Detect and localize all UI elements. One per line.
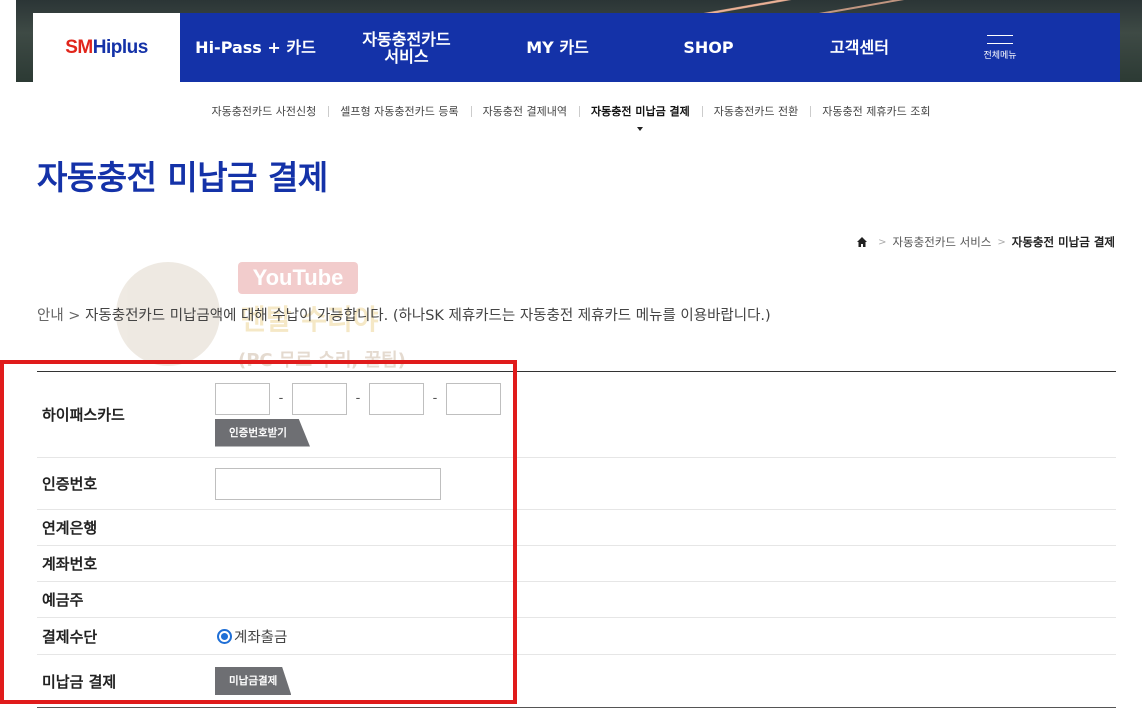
radio-selected-icon[interactable]	[217, 628, 232, 644]
payment-method-radio[interactable]: 계좌출금	[217, 626, 1116, 647]
chevron-right-icon: >	[878, 236, 887, 248]
logo[interactable]: SM Hiplus	[33, 13, 180, 82]
hamburger-icon	[987, 34, 1013, 44]
auth-code-input[interactable]	[215, 467, 441, 500]
menu-my-card[interactable]: MY 카드	[482, 13, 633, 82]
menu-shop[interactable]: SHOP	[633, 13, 784, 82]
menu-customer-center[interactable]: 고객센터	[784, 13, 935, 82]
card-number-input-2[interactable]	[292, 382, 347, 415]
payment-form: 하이패스카드 - - - 인증번호받기 인증번호 연계은행 계좌번호 예금주 결	[37, 371, 1116, 708]
card-number-input-1[interactable]	[215, 382, 270, 415]
holder-label: 예금주	[42, 591, 84, 609]
form-row-holder: 예금주	[37, 582, 1116, 618]
chevron-right-icon: >	[997, 236, 1006, 248]
breadcrumb-current: 자동충전 미납금 결제	[1011, 235, 1115, 249]
subnav-item-unpaid-payment[interactable]: 자동충전 미납금 결제	[579, 103, 702, 131]
notice-text: 안내 > 자동충전카드 미납금액에 대해 수납이 가능합니다. (하나SK 제휴…	[37, 308, 771, 324]
payment-method-label: 결제수단	[42, 627, 98, 646]
card-number-input-3[interactable]	[369, 382, 424, 415]
bank-label: 연계은행	[42, 519, 98, 537]
request-auth-code-button[interactable]: 인증번호받기	[215, 418, 310, 447]
form-row-payment-method: 결제수단 계좌출금	[37, 618, 1116, 655]
card-number-input-4[interactable]	[446, 382, 501, 415]
subnav-item-card-conversion[interactable]: 자동충전카드 전환	[701, 103, 810, 119]
watermark-youtube: YouTube	[238, 262, 358, 294]
account-label: 계좌번호	[42, 555, 98, 573]
form-row-bank: 연계은행	[37, 510, 1116, 546]
watermark-subtitle: (PC 무료 수리, 꿀팁)	[238, 350, 406, 371]
unpaid-label: 미납금 결제	[42, 672, 117, 691]
breadcrumb: > 자동충전카드 서비스 > 자동충전 미납금 결제	[856, 234, 1115, 250]
subnav-item-partner-card[interactable]: 자동충전 제휴카드 조회	[810, 103, 942, 119]
subnav-item-self-register[interactable]: 셀프형 자동충전카드 등록	[328, 103, 470, 119]
page-title: 자동충전 미납금 결제	[37, 158, 328, 197]
subnav-item-payment-history[interactable]: 자동충전 결제내역	[470, 103, 579, 119]
menu-hipass-card[interactable]: Hi-Pass + 카드	[180, 13, 331, 82]
form-row-auth: 인증번호	[37, 458, 1116, 510]
auth-label: 인증번호	[42, 475, 98, 493]
subnav-item-preapply[interactable]: 자동충전카드 사전신청	[200, 103, 329, 119]
card-label: 하이패스카드	[42, 406, 125, 424]
form-row-unpaid: 미납금 결제 미납금결제	[37, 655, 1116, 708]
form-row-card: 하이패스카드 - - - 인증번호받기	[37, 372, 1116, 458]
all-menu-button[interactable]: 전체메뉴	[935, 13, 1065, 82]
menu-auto-charge-service[interactable]: 자동충전카드 서비스	[331, 13, 482, 82]
pay-unpaid-button[interactable]: 미납금결제	[215, 667, 292, 695]
sub-navigation: 자동충전카드 사전신청 셀프형 자동충전카드 등록 자동충전 결제내역 자동충전…	[0, 96, 1142, 131]
form-row-account: 계좌번호	[37, 546, 1116, 582]
home-icon[interactable]	[856, 236, 868, 248]
global-navigation: SM Hiplus Hi-Pass + 카드 자동충전카드 서비스 MY 카드 S…	[33, 13, 1120, 82]
breadcrumb-item[interactable]: 자동충전카드 서비스	[893, 234, 992, 250]
